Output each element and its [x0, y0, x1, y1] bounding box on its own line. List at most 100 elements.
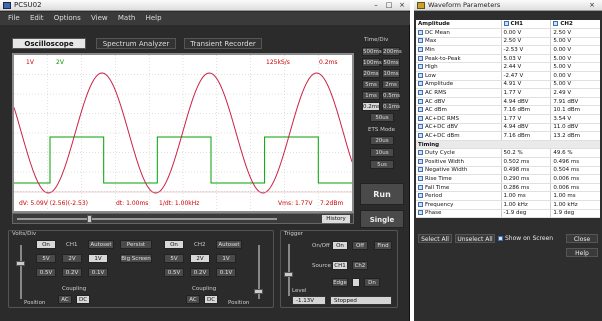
parameter-row[interactable]: Low -2.47 V 0.00 V [416, 71, 600, 81]
ch2-autoset-button[interactable]: Autoset [216, 240, 242, 249]
check-icon[interactable] [418, 150, 423, 156]
menu-file[interactable]: File [8, 14, 20, 22]
trigger-level-slider[interactable] [284, 244, 293, 296]
big-screen-button[interactable]: Big Screen [120, 254, 152, 263]
parameter-row[interactable]: Duty Cycle 50.2 % 49.6 % [416, 148, 600, 158]
parameter-row[interactable]: AC dBm 7.16 dBm 10.1 dBm [416, 105, 600, 116]
check-icon[interactable] [418, 175, 423, 181]
ch1-position-slider[interactable] [16, 245, 25, 299]
parameter-row[interactable]: Rise Time 0.290 ms 0.006 ms [416, 174, 600, 184]
check-icon[interactable] [418, 47, 423, 53]
menu-edit[interactable]: Edit [30, 14, 44, 22]
ch2-0.5v-button[interactable]: 0.5V [164, 268, 184, 277]
parameter-row[interactable]: Frequency 1.00 kHz 1.00 kHz [416, 200, 600, 210]
minimize-button[interactable]: – [370, 1, 382, 10]
trigger-find-button[interactable]: Find [374, 241, 392, 250]
trigger-edge-button[interactable]: Edge [332, 278, 348, 287]
check-icon[interactable] [418, 193, 423, 199]
persist-button[interactable]: Persist [120, 240, 152, 249]
trigger-on-button[interactable]: On [332, 241, 348, 250]
check-icon[interactable] [418, 98, 423, 104]
trigger-edge-up-button[interactable] [352, 278, 360, 287]
parameter-row[interactable]: AC dBV 4.94 dBV 7.91 dBV [416, 97, 600, 107]
menu-view[interactable]: View [91, 14, 108, 22]
timediv-button[interactable]: 0.1ms [382, 102, 400, 111]
check-icon[interactable] [553, 21, 559, 27]
check-icon[interactable] [418, 38, 423, 44]
timediv-button[interactable]: 0.2ms [362, 102, 380, 111]
parameter-row[interactable]: Amplitude 4.91 V 5.00 V [416, 80, 600, 90]
check-icon[interactable] [418, 124, 423, 130]
tab-transient-recorder[interactable]: Transient Recorder [184, 38, 262, 49]
check-icon[interactable] [418, 64, 423, 70]
timediv-button[interactable]: 2ms [382, 80, 400, 89]
check-icon[interactable] [418, 210, 423, 216]
ch2-on-button[interactable]: On [164, 240, 184, 249]
timediv-button[interactable]: 500ms [362, 47, 382, 56]
timediv-button[interactable]: 200ms [382, 47, 402, 56]
parameter-row[interactable]: Fall Time 0.286 ms 0.006 ms [416, 183, 600, 193]
check-icon[interactable] [418, 72, 423, 78]
check-icon[interactable] [418, 81, 423, 87]
close-button[interactable]: × [396, 1, 408, 10]
waveform-close-x-button[interactable]: × [586, 1, 598, 10]
menu-math[interactable]: Math [118, 14, 136, 22]
parameter-row[interactable]: AC+DC dBm 7.16 dBm 13.2 dBm [416, 131, 600, 141]
ch2-0.2v-button[interactable]: 0.2V [190, 268, 210, 277]
parameter-row[interactable]: Max 2.50 V 5.00 V [416, 37, 600, 47]
trigger-source-ch2-button[interactable]: Ch2 [352, 261, 368, 270]
check-icon[interactable] [418, 90, 423, 96]
parameter-row[interactable]: Peak-to-Peak 5.03 V 5.00 V [416, 54, 600, 64]
tab-oscilloscope[interactable]: Oscilloscope [12, 38, 86, 49]
check-icon[interactable] [418, 107, 423, 113]
timediv-button[interactable]: 0.5ms [382, 91, 400, 100]
ch1-ac-button[interactable]: AC [58, 295, 72, 304]
check-icon[interactable] [503, 21, 509, 27]
ets-10us-button[interactable]: 10us [370, 148, 394, 157]
waveform-help-button[interactable]: Help [566, 248, 598, 257]
check-icon[interactable] [418, 167, 423, 173]
ch1-0.2v-button[interactable]: 0.2V [62, 268, 82, 277]
parameter-row[interactable]: High 2.44 V 5.00 V [416, 62, 600, 73]
ch1-2v-button[interactable]: 2V [62, 254, 82, 263]
check-icon[interactable] [418, 158, 423, 164]
parameter-row[interactable]: Period 1.00 ms 1.00 ms [416, 191, 600, 201]
timediv-button[interactable]: 20ms [362, 69, 380, 78]
check-icon[interactable] [418, 184, 423, 190]
history-button[interactable]: History [322, 215, 350, 223]
parameter-row[interactable]: AC RMS 1.77 V 2.49 V [416, 88, 600, 98]
ets-20us-button[interactable]: 20us [370, 136, 394, 145]
ch1-autoset-button[interactable]: Autoset [88, 240, 114, 249]
timediv-button[interactable]: 5ms [362, 80, 380, 89]
check-icon[interactable] [418, 201, 423, 207]
ch1-on-button[interactable]: On [36, 240, 56, 249]
parameter-row[interactable]: AC+DC dBV 4.94 dBV 11.0 dBV [416, 123, 600, 133]
trigger-level-thumb[interactable] [284, 272, 293, 277]
parameter-row[interactable]: Positive Width 0.502 ms 0.496 ms [416, 157, 600, 167]
trigger-off-button[interactable]: Off [352, 241, 368, 250]
parameter-row[interactable]: Phase -1.9 deg 1.9 deg [416, 209, 600, 219]
scope-display[interactable]: 1V 2V 125kS/s 0.2ms dV: 5.09V (2.56)(-2.… [12, 53, 354, 213]
ch2-ac-button[interactable]: AC [186, 295, 200, 304]
timediv-button[interactable]: 50us [370, 113, 394, 122]
menu-options[interactable]: Options [54, 14, 81, 22]
ch2-position-slider[interactable] [254, 245, 263, 299]
trigger-edge-down-button[interactable]: Dn [364, 278, 380, 287]
parameter-row[interactable]: AC+DC RMS 1.77 V 3.54 V [416, 114, 600, 124]
ch2-position-thumb[interactable] [254, 289, 263, 294]
timediv-button[interactable]: 100ms [362, 58, 382, 67]
ch1-0.1v-button[interactable]: 0.1V [88, 268, 108, 277]
check-icon[interactable] [418, 29, 423, 35]
ch2-5v-button[interactable]: 5V [164, 254, 184, 263]
parameter-row[interactable]: DC Mean 0.00 V 2.50 V [416, 28, 600, 38]
check-icon[interactable] [418, 115, 423, 121]
trigger-source-ch1-button[interactable]: CH1 [332, 261, 348, 270]
ch1-5v-button[interactable]: 5V [36, 254, 56, 263]
waveform-close-button[interactable]: Close [566, 234, 598, 243]
check-icon[interactable] [418, 55, 423, 61]
ch1-0.5v-button[interactable]: 0.5V [36, 268, 56, 277]
parameter-row[interactable]: Negative Width 0.498 ms 0.504 ms [416, 166, 600, 176]
single-button[interactable]: Single [360, 210, 404, 228]
maximize-button[interactable]: □ [383, 1, 395, 10]
ets-5us-button[interactable]: 5us [370, 160, 394, 169]
